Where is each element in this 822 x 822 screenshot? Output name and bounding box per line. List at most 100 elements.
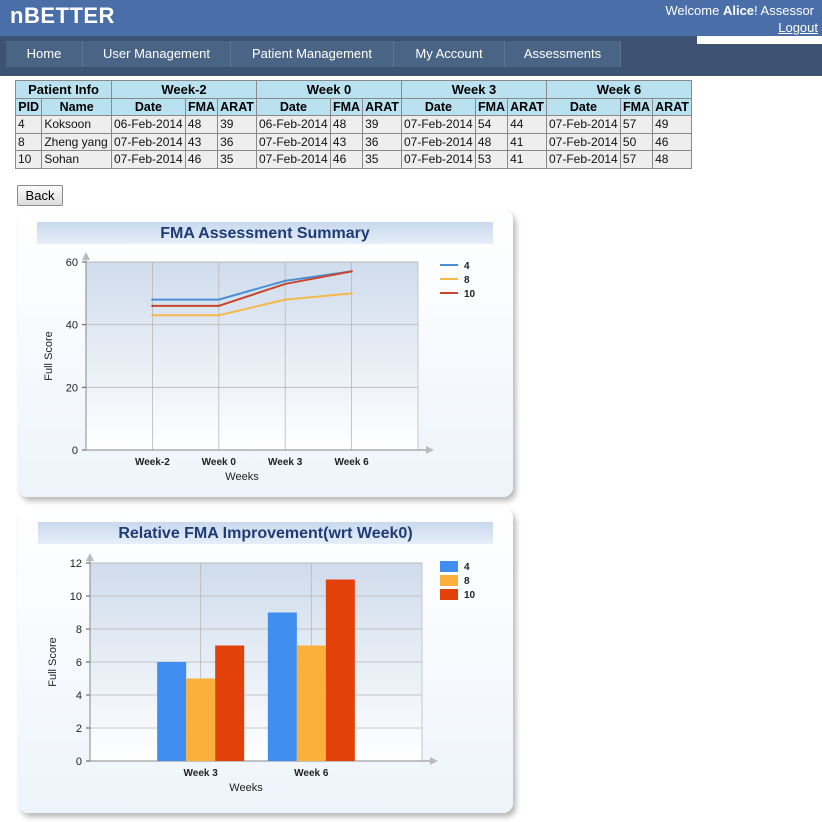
group-header-week-2: Week-2 xyxy=(111,80,257,99)
table-cell: 46 xyxy=(184,150,219,169)
data-point xyxy=(284,279,287,282)
table-cell: 36 xyxy=(362,132,402,151)
table-cell: 46 xyxy=(329,150,364,169)
legend-swatch xyxy=(440,561,458,572)
table-body: 4 Koksoon 06-Feb-2014 48 39 06-Feb-2014 48 39 07… xyxy=(14,115,692,169)
fma-summary-chart: FMA Assessment Summary 0 20 40 60 Weeks Full S… xyxy=(37,222,493,483)
app-header: nBETTER Welcome Alice! Assessor Logout xyxy=(0,0,822,36)
table-cell: 48 xyxy=(184,115,219,134)
chart-title: FMA Assessment Summary xyxy=(160,225,370,242)
table-cell: 43 xyxy=(184,132,219,151)
table-cell: 46 xyxy=(652,132,692,151)
column-header-arat: ARAT xyxy=(652,97,692,116)
group-header-patient-info: Patient Info xyxy=(15,80,112,99)
y-axis-label: Full Score xyxy=(43,331,55,381)
bar-series-8 xyxy=(296,645,326,761)
table-cell: 8 xyxy=(14,132,43,151)
table-cell: 36 xyxy=(217,132,257,151)
table-group-header-row: Patient Info Week-2 Week 0 Week 3 Week 6 xyxy=(15,80,692,99)
table-cell: 57 xyxy=(619,150,654,169)
table-cell: 07-Feb-2014 xyxy=(401,150,476,169)
table-cell: 07-Feb-2014 xyxy=(401,115,476,134)
table-cell: 49 xyxy=(652,115,692,134)
data-point xyxy=(217,314,220,317)
table-cell: 07-Feb-2014 xyxy=(111,132,186,151)
table-cell: 50 xyxy=(619,132,654,151)
table-cell: 06-Feb-2014 xyxy=(256,115,331,134)
y-axis-arrow xyxy=(86,553,94,561)
x-axis-label: Weeks xyxy=(225,471,259,483)
back-button[interactable]: Back xyxy=(17,185,63,206)
table-cell: Koksoon xyxy=(41,115,112,134)
table-cell: 41 xyxy=(507,132,547,151)
y-tick-label: 12 xyxy=(70,558,82,570)
table-cell: 10 xyxy=(14,150,43,169)
chart-title: Relative FMA Improvement(wrt Week0) xyxy=(118,525,412,542)
x-axis-label: Weeks xyxy=(229,782,263,794)
y-axis-label: Full Score xyxy=(47,637,59,687)
data-point xyxy=(217,304,220,308)
bar-series-4 xyxy=(157,662,187,761)
column-header-pid: PID xyxy=(14,97,43,116)
nav-home[interactable]: Home xyxy=(6,41,83,67)
column-header-date: Date xyxy=(546,97,621,116)
table-cell: 07-Feb-2014 xyxy=(546,115,621,134)
legend-label: 10 xyxy=(464,590,476,601)
column-header-date: Date xyxy=(256,97,331,116)
data-point xyxy=(151,304,154,308)
table-cell: Sohan xyxy=(41,150,112,169)
nav-user-management[interactable]: User Management xyxy=(83,41,231,67)
table-cell: 06-Feb-2014 xyxy=(111,115,186,134)
y-tick-label: 10 xyxy=(70,591,82,603)
table-cell: 07-Feb-2014 xyxy=(256,132,331,151)
table-cell: 41 xyxy=(507,150,547,169)
x-axis-arrow xyxy=(426,446,434,454)
legend-label: 8 xyxy=(464,576,470,587)
table-cell: 4 xyxy=(14,115,43,134)
data-point xyxy=(284,298,287,301)
x-axis-arrow xyxy=(430,757,438,765)
data-point xyxy=(350,270,353,273)
table-cell: 07-Feb-2014 xyxy=(546,150,621,169)
column-header-date: Date xyxy=(111,97,186,116)
nav-patient-management[interactable]: Patient Management xyxy=(231,41,394,67)
x-tick-label: Week 3 xyxy=(268,457,303,468)
y-tick-label: 0 xyxy=(72,445,78,457)
fma-summary-chart-panel: FMA Assessment Summary 0 20 40 60 Weeks Full S… xyxy=(18,210,513,497)
legend-label: 10 xyxy=(464,289,476,300)
nav-extension xyxy=(697,44,822,76)
fma-improvement-chart-panel: Relative FMA Improvement(wrt Week0) 0 2 4 6 8… xyxy=(18,508,513,813)
group-header-week-3: Week 3 xyxy=(401,80,547,99)
table-cell: 35 xyxy=(217,150,257,169)
table-cell: 48 xyxy=(329,115,364,134)
column-header-name: Name xyxy=(41,97,112,116)
nav-my-account[interactable]: My Account xyxy=(394,41,505,67)
x-tick-label: Week 6 xyxy=(334,457,369,468)
nav-assessments[interactable]: Assessments xyxy=(505,41,621,67)
column-header-arat: ARAT xyxy=(217,97,257,116)
legend-swatch xyxy=(440,575,458,586)
y-tick-label: 20 xyxy=(66,382,78,394)
x-tick-label: Week 6 xyxy=(294,768,329,779)
legend-swatch xyxy=(440,589,458,600)
data-point xyxy=(350,292,353,295)
legend-label: 8 xyxy=(464,275,470,286)
y-tick-label: 40 xyxy=(66,320,78,332)
fma-improvement-chart: Relative FMA Improvement(wrt Week0) 0 2 4 6 8… xyxy=(38,522,493,794)
column-header-arat: ARAT xyxy=(362,97,402,116)
bar-series-10 xyxy=(215,645,245,761)
table-cell: 48 xyxy=(652,150,692,169)
y-tick-label: 8 xyxy=(76,624,82,636)
legend-label: 4 xyxy=(464,562,470,573)
table-cell: 39 xyxy=(217,115,257,134)
table-cell: 43 xyxy=(329,132,364,151)
logout-link[interactable]: Logout xyxy=(778,20,818,35)
table-cell: 39 xyxy=(362,115,402,134)
table-cell: 48 xyxy=(474,132,509,151)
table-row: 10 Sohan 07-Feb-2014 46 35 07-Feb-2014 46 35 07-… xyxy=(14,150,692,169)
y-axis-arrow xyxy=(82,252,90,260)
table-cell: 07-Feb-2014 xyxy=(546,132,621,151)
brand-logo: nBETTER xyxy=(10,3,115,28)
data-point xyxy=(217,298,220,301)
data-point xyxy=(284,282,287,286)
